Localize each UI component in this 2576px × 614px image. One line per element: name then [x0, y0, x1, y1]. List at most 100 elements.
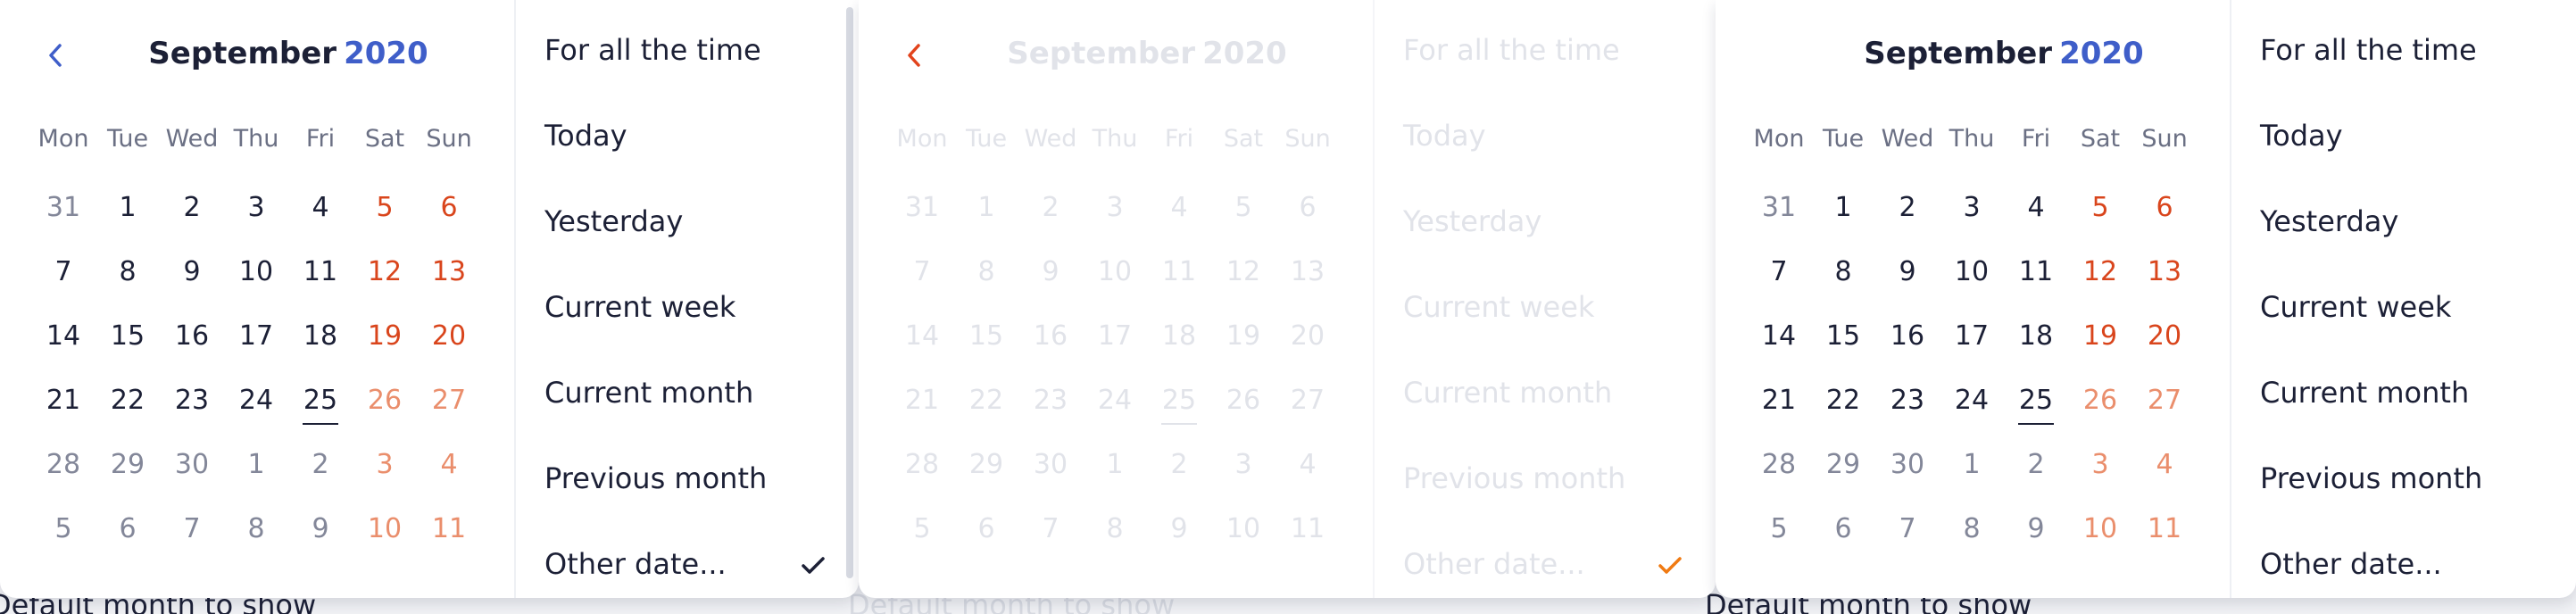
day-cell[interactable]: 16	[160, 303, 224, 368]
day-cell[interactable]: 8	[224, 496, 288, 560]
day-cell[interactable]: 10	[2068, 496, 2132, 560]
day-cell[interactable]: 11	[288, 239, 353, 303]
day-cell[interactable]: 6	[417, 175, 481, 239]
day-cell[interactable]: 24	[224, 368, 288, 432]
day-cell-today[interactable]: 25	[2004, 368, 2068, 432]
period-option[interactable]: Previous month	[2260, 453, 2546, 539]
day-cell[interactable]: 17	[1940, 303, 2004, 368]
day-cell[interactable]: 7	[1875, 496, 1940, 560]
day-cell[interactable]: 6	[1811, 496, 1875, 560]
day-cell[interactable]: 1	[224, 432, 288, 496]
period-option[interactable]: For all the time	[2260, 25, 2546, 111]
day-cell[interactable]: 8	[1940, 496, 2004, 560]
day-cell[interactable]: 11	[2004, 239, 2068, 303]
day-cell[interactable]: 3	[2068, 432, 2132, 496]
day-cell[interactable]: 3	[224, 175, 288, 239]
day-cell[interactable]: 2	[288, 432, 353, 496]
day-cell[interactable]: 23	[160, 368, 224, 432]
day-cell[interactable]: 7	[1747, 239, 1811, 303]
day-cell[interactable]: 26	[353, 368, 417, 432]
day-cell[interactable]: 15	[1811, 303, 1875, 368]
day-cell[interactable]: 9	[288, 496, 353, 560]
day-cell[interactable]: 22	[96, 368, 160, 432]
day-cell[interactable]: 6	[96, 496, 160, 560]
day-cell[interactable]: 27	[417, 368, 481, 432]
day-cell[interactable]: 2	[1875, 175, 1940, 239]
day-cell[interactable]: 14	[31, 303, 96, 368]
day-cell[interactable]: 4	[417, 432, 481, 496]
day-cell[interactable]: 4	[2004, 175, 2068, 239]
period-option[interactable]: For all the time	[544, 25, 828, 111]
day-cell[interactable]: 19	[353, 303, 417, 368]
day-cell[interactable]: 11	[417, 496, 481, 560]
day-cell[interactable]: 5	[31, 496, 96, 560]
period-option[interactable]: Today	[544, 111, 828, 196]
day-cell[interactable]: 21	[31, 368, 96, 432]
day-cell[interactable]: 1	[1811, 175, 1875, 239]
day-cell[interactable]: 2	[160, 175, 224, 239]
day-cell-today[interactable]: 25	[288, 368, 353, 432]
period-option[interactable]: Current week	[2260, 282, 2546, 368]
period-option[interactable]: Previous month	[544, 453, 828, 539]
period-option[interactable]: Current month	[2260, 368, 2546, 453]
period-option[interactable]: Other date...	[2260, 539, 2546, 598]
period-option-selected[interactable]: Other date...	[544, 539, 828, 598]
day-cell[interactable]: 12	[2068, 239, 2132, 303]
day-cell[interactable]: 30	[1875, 432, 1940, 496]
scrollbar[interactable]	[846, 7, 853, 578]
day-cell[interactable]: 1	[1940, 432, 2004, 496]
day-cell[interactable]: 26	[2068, 368, 2132, 432]
period-option[interactable]: Yesterday	[544, 196, 828, 282]
day-cell[interactable]: 28	[1747, 432, 1811, 496]
day-cell[interactable]: 23	[1875, 368, 1940, 432]
day-cell[interactable]: 18	[2004, 303, 2068, 368]
day-cell[interactable]: 8	[96, 239, 160, 303]
day-cell[interactable]: 29	[1811, 432, 1875, 496]
day-cell[interactable]: 2	[2004, 432, 2068, 496]
period-option[interactable]: Current week	[544, 282, 828, 368]
day-cell[interactable]: 8	[1811, 239, 1875, 303]
day-cell[interactable]: 9	[2004, 496, 2068, 560]
day-cell[interactable]: 13	[2132, 239, 2197, 303]
day-cell[interactable]: 7	[31, 239, 96, 303]
day-cell[interactable]: 21	[1747, 368, 1811, 432]
day-cell[interactable]: 31	[31, 175, 96, 239]
day-cell[interactable]: 12	[353, 239, 417, 303]
day-cell[interactable]: 17	[224, 303, 288, 368]
day-cell[interactable]: 10	[224, 239, 288, 303]
day-cell[interactable]: 5	[2068, 175, 2132, 239]
day-cell[interactable]: 5	[1747, 496, 1811, 560]
period-option[interactable]: Yesterday	[2260, 196, 2546, 282]
day-cell[interactable]: 19	[2068, 303, 2132, 368]
day-cell[interactable]: 11	[2132, 496, 2197, 560]
day-cell[interactable]: 3	[1940, 175, 2004, 239]
period-option[interactable]: Current month	[544, 368, 828, 453]
day-cell[interactable]: 20	[2132, 303, 2197, 368]
day-cell[interactable]: 10	[1940, 239, 2004, 303]
day-cell[interactable]: 9	[1875, 239, 1940, 303]
day-cell[interactable]: 10	[353, 496, 417, 560]
day-cell[interactable]: 30	[160, 432, 224, 496]
day-cell[interactable]: 4	[288, 175, 353, 239]
day-cell[interactable]: 13	[417, 239, 481, 303]
day-cell[interactable]: 9	[160, 239, 224, 303]
day-cell[interactable]: 22	[1811, 368, 1875, 432]
day-cell[interactable]: 27	[2132, 368, 2197, 432]
day-cell[interactable]: 29	[96, 432, 160, 496]
day-cell[interactable]: 31	[1747, 175, 1811, 239]
day-cell[interactable]: 28	[31, 432, 96, 496]
day-cell[interactable]: 20	[417, 303, 481, 368]
day-cell[interactable]: 1	[96, 175, 160, 239]
year-label[interactable]: 2020	[2059, 36, 2144, 71]
day-cell[interactable]: 4	[2132, 432, 2197, 496]
day-cell[interactable]: 15	[96, 303, 160, 368]
day-cell[interactable]: 24	[1940, 368, 2004, 432]
day-cell[interactable]: 5	[353, 175, 417, 239]
day-cell[interactable]: 3	[353, 432, 417, 496]
day-cell[interactable]: 16	[1875, 303, 1940, 368]
day-cell[interactable]: 6	[2132, 175, 2197, 239]
day-cell[interactable]: 18	[288, 303, 353, 368]
period-option[interactable]: Today	[2260, 111, 2546, 196]
day-cell[interactable]: 14	[1747, 303, 1811, 368]
day-cell[interactable]: 7	[160, 496, 224, 560]
